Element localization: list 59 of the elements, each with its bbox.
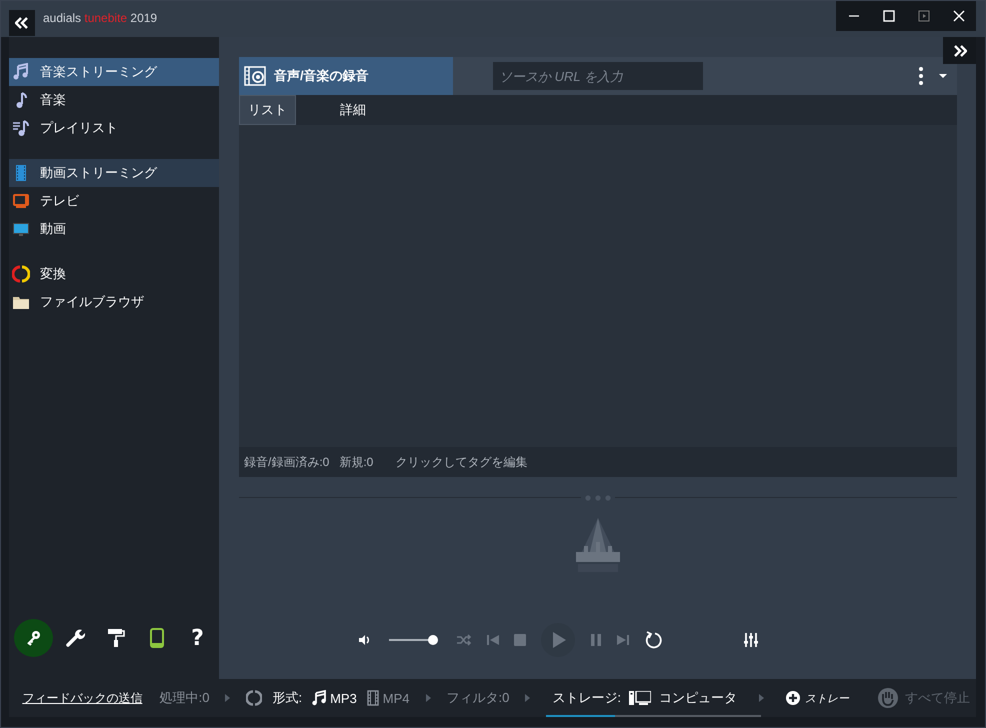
separator-arrow-icon	[225, 694, 230, 702]
sidebar-item[interactable]: テレビ	[9, 187, 219, 215]
double-chevron-right-icon	[952, 44, 966, 56]
plus-circle-icon	[786, 691, 800, 705]
format-label: 形式:	[272, 689, 302, 707]
source-url-field[interactable]: ソースか URL を入力	[493, 62, 703, 90]
separator-arrow-icon	[759, 694, 764, 702]
sidebar-item[interactable]: 動画	[9, 215, 219, 243]
stat-text: 録音/録画済み:0	[244, 454, 330, 470]
hand-icon	[877, 687, 899, 709]
sidebar-item[interactable]: 変換	[9, 260, 219, 288]
app-title: audials tunebite 2019	[43, 11, 158, 25]
format-option[interactable]: MP3	[312, 690, 357, 706]
view-tab[interactable]: リスト	[239, 95, 296, 125]
equalizer-icon[interactable]	[744, 633, 758, 647]
feedback-link[interactable]: フィードバックの送信	[22, 690, 142, 706]
add-storage-button[interactable]: ストレー	[786, 690, 849, 706]
repeat-icon[interactable]	[644, 631, 662, 649]
double-chevron-left-icon	[15, 17, 29, 29]
note-icon	[12, 63, 30, 81]
convert-icon[interactable]	[246, 690, 262, 706]
separator-arrow-icon	[525, 694, 530, 702]
film-icon	[366, 690, 379, 706]
wrench-icon	[64, 628, 84, 648]
recording-title-tab[interactable]: 音声/音楽の録音	[239, 57, 453, 95]
filter-count[interactable]: フィルタ:0	[446, 689, 510, 707]
edit-tags-link[interactable]: クリックしてタグを編集	[395, 454, 528, 470]
computer-icon	[629, 691, 651, 705]
paint-roller-icon	[106, 628, 124, 648]
more-options-icon[interactable]	[918, 66, 924, 86]
play-icon[interactable]	[540, 622, 576, 658]
tv-icon	[12, 192, 30, 210]
license-key-button[interactable]	[14, 619, 53, 657]
close-icon	[952, 10, 964, 22]
view-tab[interactable]: 詳細	[332, 95, 374, 125]
stat-text: 新規:0	[339, 454, 374, 470]
storage-name[interactable]: コンピュータ	[659, 689, 737, 707]
convert-icon	[12, 265, 30, 283]
key-icon	[24, 629, 42, 647]
volume-icon[interactable]	[358, 634, 370, 646]
processing-count: 処理中:0	[160, 689, 210, 707]
playlist-icon	[12, 119, 30, 137]
sidebar-item[interactable]: 音楽ストリーミング	[9, 58, 219, 86]
sidebar-item[interactable]: 音楽	[9, 86, 219, 114]
sidebar-item[interactable]: ファイルブラウザ	[9, 288, 219, 316]
monitor-icon	[12, 220, 30, 238]
sidebar-item[interactable]: プレイリスト	[9, 114, 219, 142]
caret-down-icon[interactable]	[938, 73, 948, 79]
maximize-icon	[882, 10, 894, 22]
storage-label: ストレージ:	[552, 689, 621, 707]
note-icon	[312, 690, 326, 706]
phone-icon	[150, 628, 164, 648]
sidebar-item[interactable]: 動画ストリーミング	[9, 159, 219, 187]
help-button[interactable]: ?	[178, 619, 217, 657]
separator-arrow-icon	[426, 694, 431, 702]
format-option[interactable]: MP4	[366, 690, 410, 706]
mini-player-icon	[918, 10, 930, 22]
collapse-sidebar-button[interactable]	[9, 10, 35, 36]
expand-panel-button[interactable]	[943, 37, 976, 64]
